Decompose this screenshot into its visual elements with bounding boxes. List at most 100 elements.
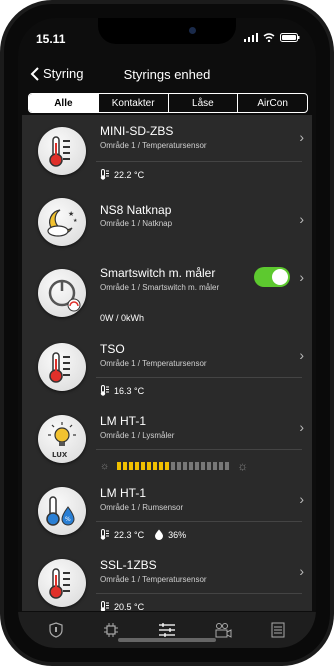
lux-level-bar — [117, 462, 230, 470]
device-area: Område 1 / Temperatursensor — [100, 141, 207, 150]
lux-bar-segment — [207, 462, 212, 470]
svg-text:★: ★ — [73, 218, 78, 224]
device-name: MINI-SD-ZBS — [100, 124, 174, 138]
battery-icon — [280, 33, 300, 42]
device-area: Område 1 / Temperatursensor — [100, 575, 207, 584]
sun-bright-icon: ☼ — [237, 459, 249, 473]
lux-bar-segment — [225, 462, 230, 470]
lux-bar-segment — [165, 462, 170, 470]
segment-laase[interactable]: Låse — [167, 94, 238, 112]
tab-security[interactable] — [44, 620, 68, 640]
sliders-icon — [158, 623, 175, 637]
temperature-value: 16.3 °C — [114, 385, 145, 396]
camera-dot — [189, 27, 196, 34]
device-row[interactable]: LUX LM HT-1 Område 1 / Lysmåler › ☼ ☼ — [22, 405, 312, 478]
droplet-icon — [155, 529, 164, 540]
lux-bar-segment — [159, 462, 164, 470]
lux-bar-segment — [183, 462, 188, 470]
small-thermometer-icon — [100, 601, 109, 611]
temperature-value: 20.5 °C — [114, 601, 145, 612]
device-name: TSO — [100, 342, 125, 356]
device-list: MINI-SD-ZBS Område 1 / Temperatursensor … — [18, 115, 316, 611]
power-value: 0W / 0kWh — [100, 313, 145, 323]
sun-dim-icon: ☼ — [100, 460, 110, 472]
device-area: Område 1 / Smartswitch m. måler — [100, 283, 220, 292]
screen: 15.11 Styring Styrings enhed Alle Kontak… — [18, 18, 316, 648]
small-thermometer-icon — [100, 385, 109, 396]
device-row[interactable]: SSL-1ZBS Område 1 / Temperatursensor › 2… — [22, 549, 312, 611]
chevron-right-icon: › — [299, 211, 304, 227]
phone-frame: 15.11 Styring Styrings enhed Alle Kontak… — [0, 0, 334, 666]
lux-bar-segment — [189, 462, 194, 470]
segment-aircon[interactable]: AirCon — [237, 94, 307, 112]
device-area: Område 1 / Natknap — [100, 219, 173, 228]
divider — [96, 521, 302, 522]
device-area: Område 1 / Rumsensor — [100, 503, 184, 512]
humidity-value: 36% — [168, 529, 187, 540]
chevron-right-icon: › — [299, 563, 304, 579]
lux-bar-segment — [177, 462, 182, 470]
lux-bar-segment — [219, 462, 224, 470]
lux-bar-segment — [213, 462, 218, 470]
moon-icon: ★ ★ — [38, 198, 86, 246]
lux-bar-segment — [123, 462, 128, 470]
device-area: Område 1 / Lysmåler — [100, 431, 175, 440]
segmented-control: Alle Kontakter Låse AirCon — [28, 93, 308, 113]
lux-bar-segment — [129, 462, 134, 470]
lux-bar-segment — [195, 462, 200, 470]
device-name: NS8 Natknap — [100, 203, 172, 217]
device-row[interactable]: TSO Område 1 / Temperatursensor › 16.3 °… — [22, 333, 312, 406]
lux-bar-segment — [141, 462, 146, 470]
power-toggle[interactable] — [254, 267, 290, 287]
wifi-icon — [263, 33, 275, 42]
device-value: 20.5 °C — [100, 601, 144, 611]
signal-icon — [244, 33, 258, 42]
tab-bar — [18, 612, 316, 648]
lux-bar-segment — [153, 462, 158, 470]
tab-camera[interactable] — [211, 620, 235, 640]
home-indicator — [118, 638, 216, 642]
segment-alle[interactable]: Alle — [29, 94, 98, 112]
device-value: 16.3 °C — [100, 385, 144, 396]
notch — [98, 18, 236, 44]
device-name: LM HT-1 — [100, 414, 147, 428]
lux-icon: LUX — [38, 415, 86, 463]
small-thermometer-icon — [100, 529, 109, 540]
device-value: 22.3 °C 36% — [100, 529, 186, 540]
temperature-value: 22.3 °C — [114, 529, 145, 540]
device-name: Smartswitch m. måler — [100, 266, 216, 280]
device-row[interactable]: MINI-SD-ZBS Område 1 / Temperatursensor … — [22, 115, 312, 188]
tab-control[interactable] — [155, 620, 179, 640]
divider — [96, 449, 302, 450]
device-row[interactable]: ★ ★ NS8 Natknap Område 1 / Natknap › — [22, 187, 312, 258]
svg-text:%: % — [65, 516, 71, 523]
device-name: SSL-1ZBS — [100, 558, 157, 572]
lux-bar-segment — [117, 462, 122, 470]
device-row[interactable]: % LM HT-1 Område 1 / Rumsensor › 22.3 °C… — [22, 477, 312, 550]
page-title: Styrings enhed — [123, 67, 211, 82]
status-icons — [244, 33, 300, 42]
divider — [96, 161, 302, 162]
camera-icon — [215, 623, 232, 638]
nav-bar: Styring Styrings enhed — [18, 56, 316, 96]
device-area: Område 1 / Temperatursensor — [100, 359, 207, 368]
device-name: LM HT-1 — [100, 486, 147, 500]
thermometer-icon — [38, 343, 86, 391]
device-value: 0W / 0kWh — [100, 313, 144, 323]
chevron-right-icon: › — [299, 269, 304, 285]
lux-label: LUX — [52, 451, 68, 459]
status-time: 15.11 — [36, 32, 66, 46]
shield-icon — [49, 622, 63, 638]
chevron-right-icon: › — [299, 347, 304, 363]
device-row[interactable]: Smartswitch m. måler Område 1 / Smartswi… — [22, 257, 312, 334]
lux-bar-segment — [135, 462, 140, 470]
temperature-value: 22.2 °C — [114, 169, 145, 180]
power-icon — [38, 269, 86, 317]
tab-list[interactable] — [266, 620, 290, 640]
lux-bar-segment — [201, 462, 206, 470]
segment-kontakter[interactable]: Kontakter — [97, 94, 168, 112]
list-icon — [271, 622, 285, 638]
device-value: 22.2 °C — [100, 169, 144, 180]
humidity-icon: % — [38, 487, 86, 535]
tab-devices[interactable] — [99, 620, 123, 640]
